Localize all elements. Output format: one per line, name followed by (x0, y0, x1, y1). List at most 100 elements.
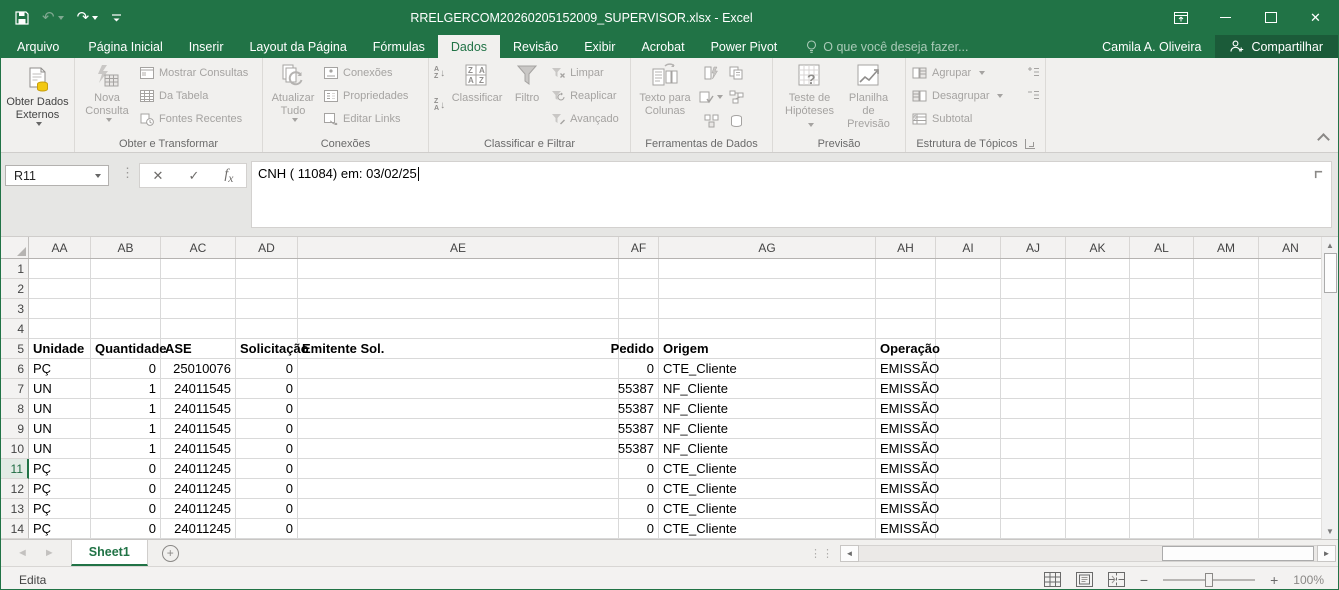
cell-AN7[interactable] (1259, 379, 1321, 399)
scroll-left-icon[interactable]: ◄ (840, 545, 859, 562)
cell-AD12[interactable]: 0 (236, 479, 298, 499)
cell-AK6[interactable] (1066, 359, 1130, 379)
cell-AB10[interactable]: 1 (91, 439, 161, 459)
planilha-de-previsao-button[interactable]: Planilha de Previsão (840, 61, 898, 131)
user-name[interactable]: Camila A. Oliveira (1102, 35, 1215, 58)
fontes-recentes-button[interactable]: Fontes Recentes (137, 109, 251, 129)
cell-AF1[interactable] (619, 259, 659, 279)
cell-AI13[interactable] (936, 499, 1001, 519)
new-sheet-button[interactable]: + (148, 540, 193, 566)
cell-AF14[interactable]: 0 (619, 519, 659, 539)
cell-AH14[interactable]: EMISSÃO (876, 519, 936, 539)
column-header-AD[interactable]: AD (236, 237, 298, 258)
column-header-AE[interactable]: AE (298, 237, 619, 258)
previous-sheet-icon[interactable]: ◄ (17, 547, 28, 559)
consolidate-icon[interactable] (697, 111, 725, 131)
cell-AE14[interactable] (298, 519, 619, 539)
horizontal-scroll-thumb[interactable] (1162, 546, 1314, 561)
relationships-icon[interactable] (727, 87, 746, 107)
texto-para-colunas-button[interactable]: Texto para Colunas (634, 61, 696, 131)
cell-AG1[interactable] (659, 259, 876, 279)
cell-AB4[interactable] (91, 319, 161, 339)
cell-AL13[interactable] (1130, 499, 1194, 519)
tab-inserir[interactable]: Inserir (176, 35, 237, 58)
formula-input[interactable]: CNH ( 11084) em: 03/02/25 (251, 161, 1332, 228)
row-header-10[interactable]: 10 (1, 439, 29, 459)
cell-AN9[interactable] (1259, 419, 1321, 439)
cell-AG13[interactable]: CTE_Cliente (659, 499, 876, 519)
cell-AC13[interactable]: 24011245 (161, 499, 236, 519)
horizontal-scroll-track[interactable] (859, 545, 1317, 562)
cell-AH13[interactable]: EMISSÃO (876, 499, 936, 519)
cell-AA9[interactable]: UN (29, 419, 91, 439)
obter-dados-externos-button[interactable]: Obter Dados Externos (4, 61, 71, 145)
cell-AE11[interactable] (298, 459, 619, 479)
cell-AD3[interactable] (236, 299, 298, 319)
cell-AL6[interactable] (1130, 359, 1194, 379)
cell-AA2[interactable] (29, 279, 91, 299)
collapse-formula-bar-icon[interactable] (1315, 171, 1322, 178)
cell-AL9[interactable] (1130, 419, 1194, 439)
cell-AI1[interactable] (936, 259, 1001, 279)
cell-AL12[interactable] (1130, 479, 1194, 499)
cell-AM3[interactable] (1194, 299, 1259, 319)
cell-AK10[interactable] (1066, 439, 1130, 459)
cell-AA6[interactable]: PÇ (29, 359, 91, 379)
scroll-up-icon[interactable]: ▲ (1322, 237, 1338, 253)
cell-AC1[interactable] (161, 259, 236, 279)
editar-links-button[interactable]: Editar Links (321, 109, 411, 129)
next-sheet-icon[interactable]: ► (44, 547, 55, 559)
cell-AK1[interactable] (1066, 259, 1130, 279)
cell-AF4[interactable] (619, 319, 659, 339)
tab-layout-da-pagina[interactable]: Layout da Página (236, 35, 359, 58)
cell-AG3[interactable] (659, 299, 876, 319)
cell-AJ10[interactable] (1001, 439, 1066, 459)
tab-formulas[interactable]: Fórmulas (360, 35, 438, 58)
hide-detail-icon[interactable] (1025, 86, 1042, 106)
cell-AF3[interactable] (619, 299, 659, 319)
cell-AB2[interactable] (91, 279, 161, 299)
column-header-AA[interactable]: AA (29, 237, 91, 258)
cell-AN1[interactable] (1259, 259, 1321, 279)
cell-AG10[interactable]: NF_Cliente (659, 439, 876, 459)
cell-AI4[interactable] (936, 319, 1001, 339)
normal-view-icon[interactable] (1044, 572, 1061, 587)
tab-power-pivot[interactable]: Power Pivot (698, 35, 791, 58)
cell-AJ3[interactable] (1001, 299, 1066, 319)
name-box-dropdown-icon[interactable] (95, 174, 101, 178)
cell-AF13[interactable]: 0 (619, 499, 659, 519)
cell-AJ13[interactable] (1001, 499, 1066, 519)
cell-AG14[interactable]: CTE_Cliente (659, 519, 876, 539)
vertical-scrollbar[interactable]: ▲ ▼ (1321, 237, 1338, 539)
cell-AH11[interactable]: EMISSÃO (876, 459, 936, 479)
cell-AB12[interactable]: 0 (91, 479, 161, 499)
cell-AN10[interactable] (1259, 439, 1321, 459)
cell-AE9[interactable] (298, 419, 619, 439)
cell-AI2[interactable] (936, 279, 1001, 299)
cell-AE5[interactable]: Emitente Sol. (298, 339, 619, 359)
column-header-AB[interactable]: AB (91, 237, 161, 258)
column-header-AF[interactable]: AF (619, 237, 659, 258)
cell-AK14[interactable] (1066, 519, 1130, 539)
cell-AA14[interactable]: PÇ (29, 519, 91, 539)
cell-AI8[interactable] (936, 399, 1001, 419)
cell-AE1[interactable] (298, 259, 619, 279)
row-header-2[interactable]: 2 (1, 279, 29, 299)
cell-AD1[interactable] (236, 259, 298, 279)
subtotal-button[interactable]: Subtotal (909, 109, 1042, 129)
cell-AA10[interactable]: UN (29, 439, 91, 459)
classificar-button[interactable]: ZAAZ Classificar (448, 61, 506, 131)
cell-AG9[interactable]: NF_Cliente (659, 419, 876, 439)
cell-AI6[interactable] (936, 359, 1001, 379)
cell-AB8[interactable]: 1 (91, 399, 161, 419)
cell-AM2[interactable] (1194, 279, 1259, 299)
cell-AF8[interactable]: 55387 (619, 399, 659, 419)
cell-AF6[interactable]: 0 (619, 359, 659, 379)
cell-AM12[interactable] (1194, 479, 1259, 499)
cell-AK11[interactable] (1066, 459, 1130, 479)
cell-AM1[interactable] (1194, 259, 1259, 279)
cell-AA1[interactable] (29, 259, 91, 279)
manage-data-model-icon[interactable] (727, 111, 746, 131)
cell-AI14[interactable] (936, 519, 1001, 539)
row-header-1[interactable]: 1 (1, 259, 29, 279)
